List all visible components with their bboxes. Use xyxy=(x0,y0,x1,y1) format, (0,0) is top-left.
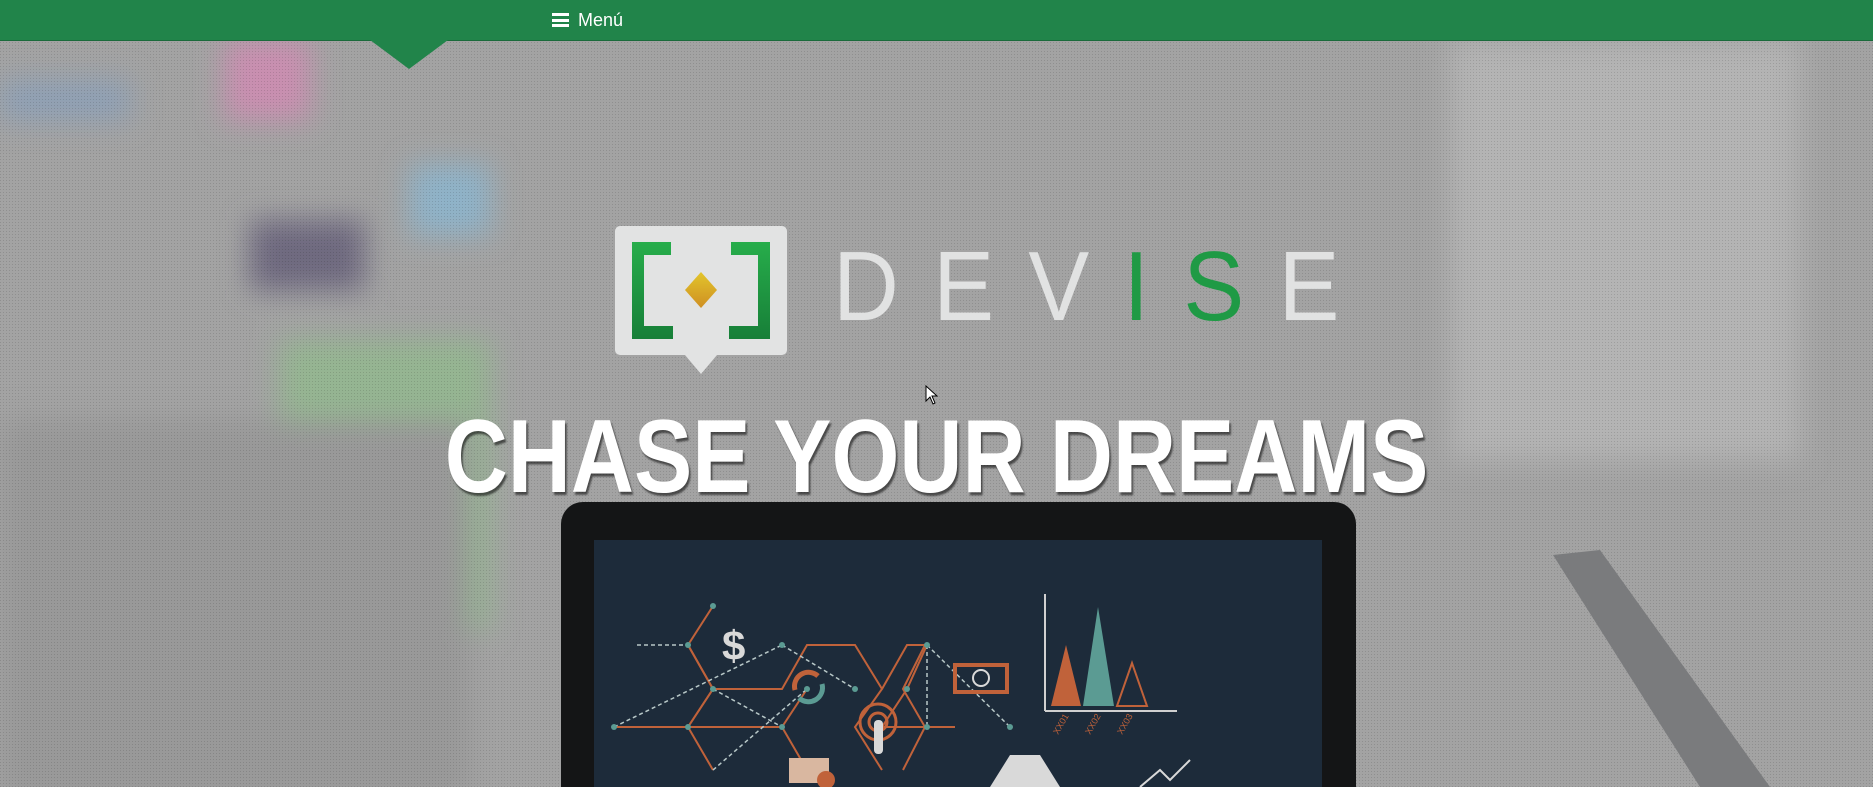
brand-text-suffix: E xyxy=(1278,231,1374,341)
menu-button[interactable]: Menú xyxy=(552,0,623,40)
card-icon xyxy=(789,758,835,787)
hero-headline: CHASE YOUR DREAMS xyxy=(0,402,1873,512)
top-navbar: Menú xyxy=(0,0,1873,41)
logo-icon[interactable] xyxy=(615,226,787,374)
laptop: $ XX01 XX02 XX03 xyxy=(561,502,1356,787)
mouse-cursor-icon xyxy=(925,385,939,405)
brand-text-prefix: DEV xyxy=(833,231,1124,341)
brand-text-highlight: IS xyxy=(1123,231,1279,341)
dollar-icon: $ xyxy=(722,622,745,669)
brand-wordmark: DEVISE xyxy=(833,236,1374,336)
nav-pointer xyxy=(370,40,448,69)
bracket-diamond-icon xyxy=(632,242,770,339)
headline-text: CHASE YOUR DREAMS xyxy=(444,399,1429,515)
menu-label: Menú xyxy=(578,9,624,30)
hamburger-icon xyxy=(552,13,569,27)
